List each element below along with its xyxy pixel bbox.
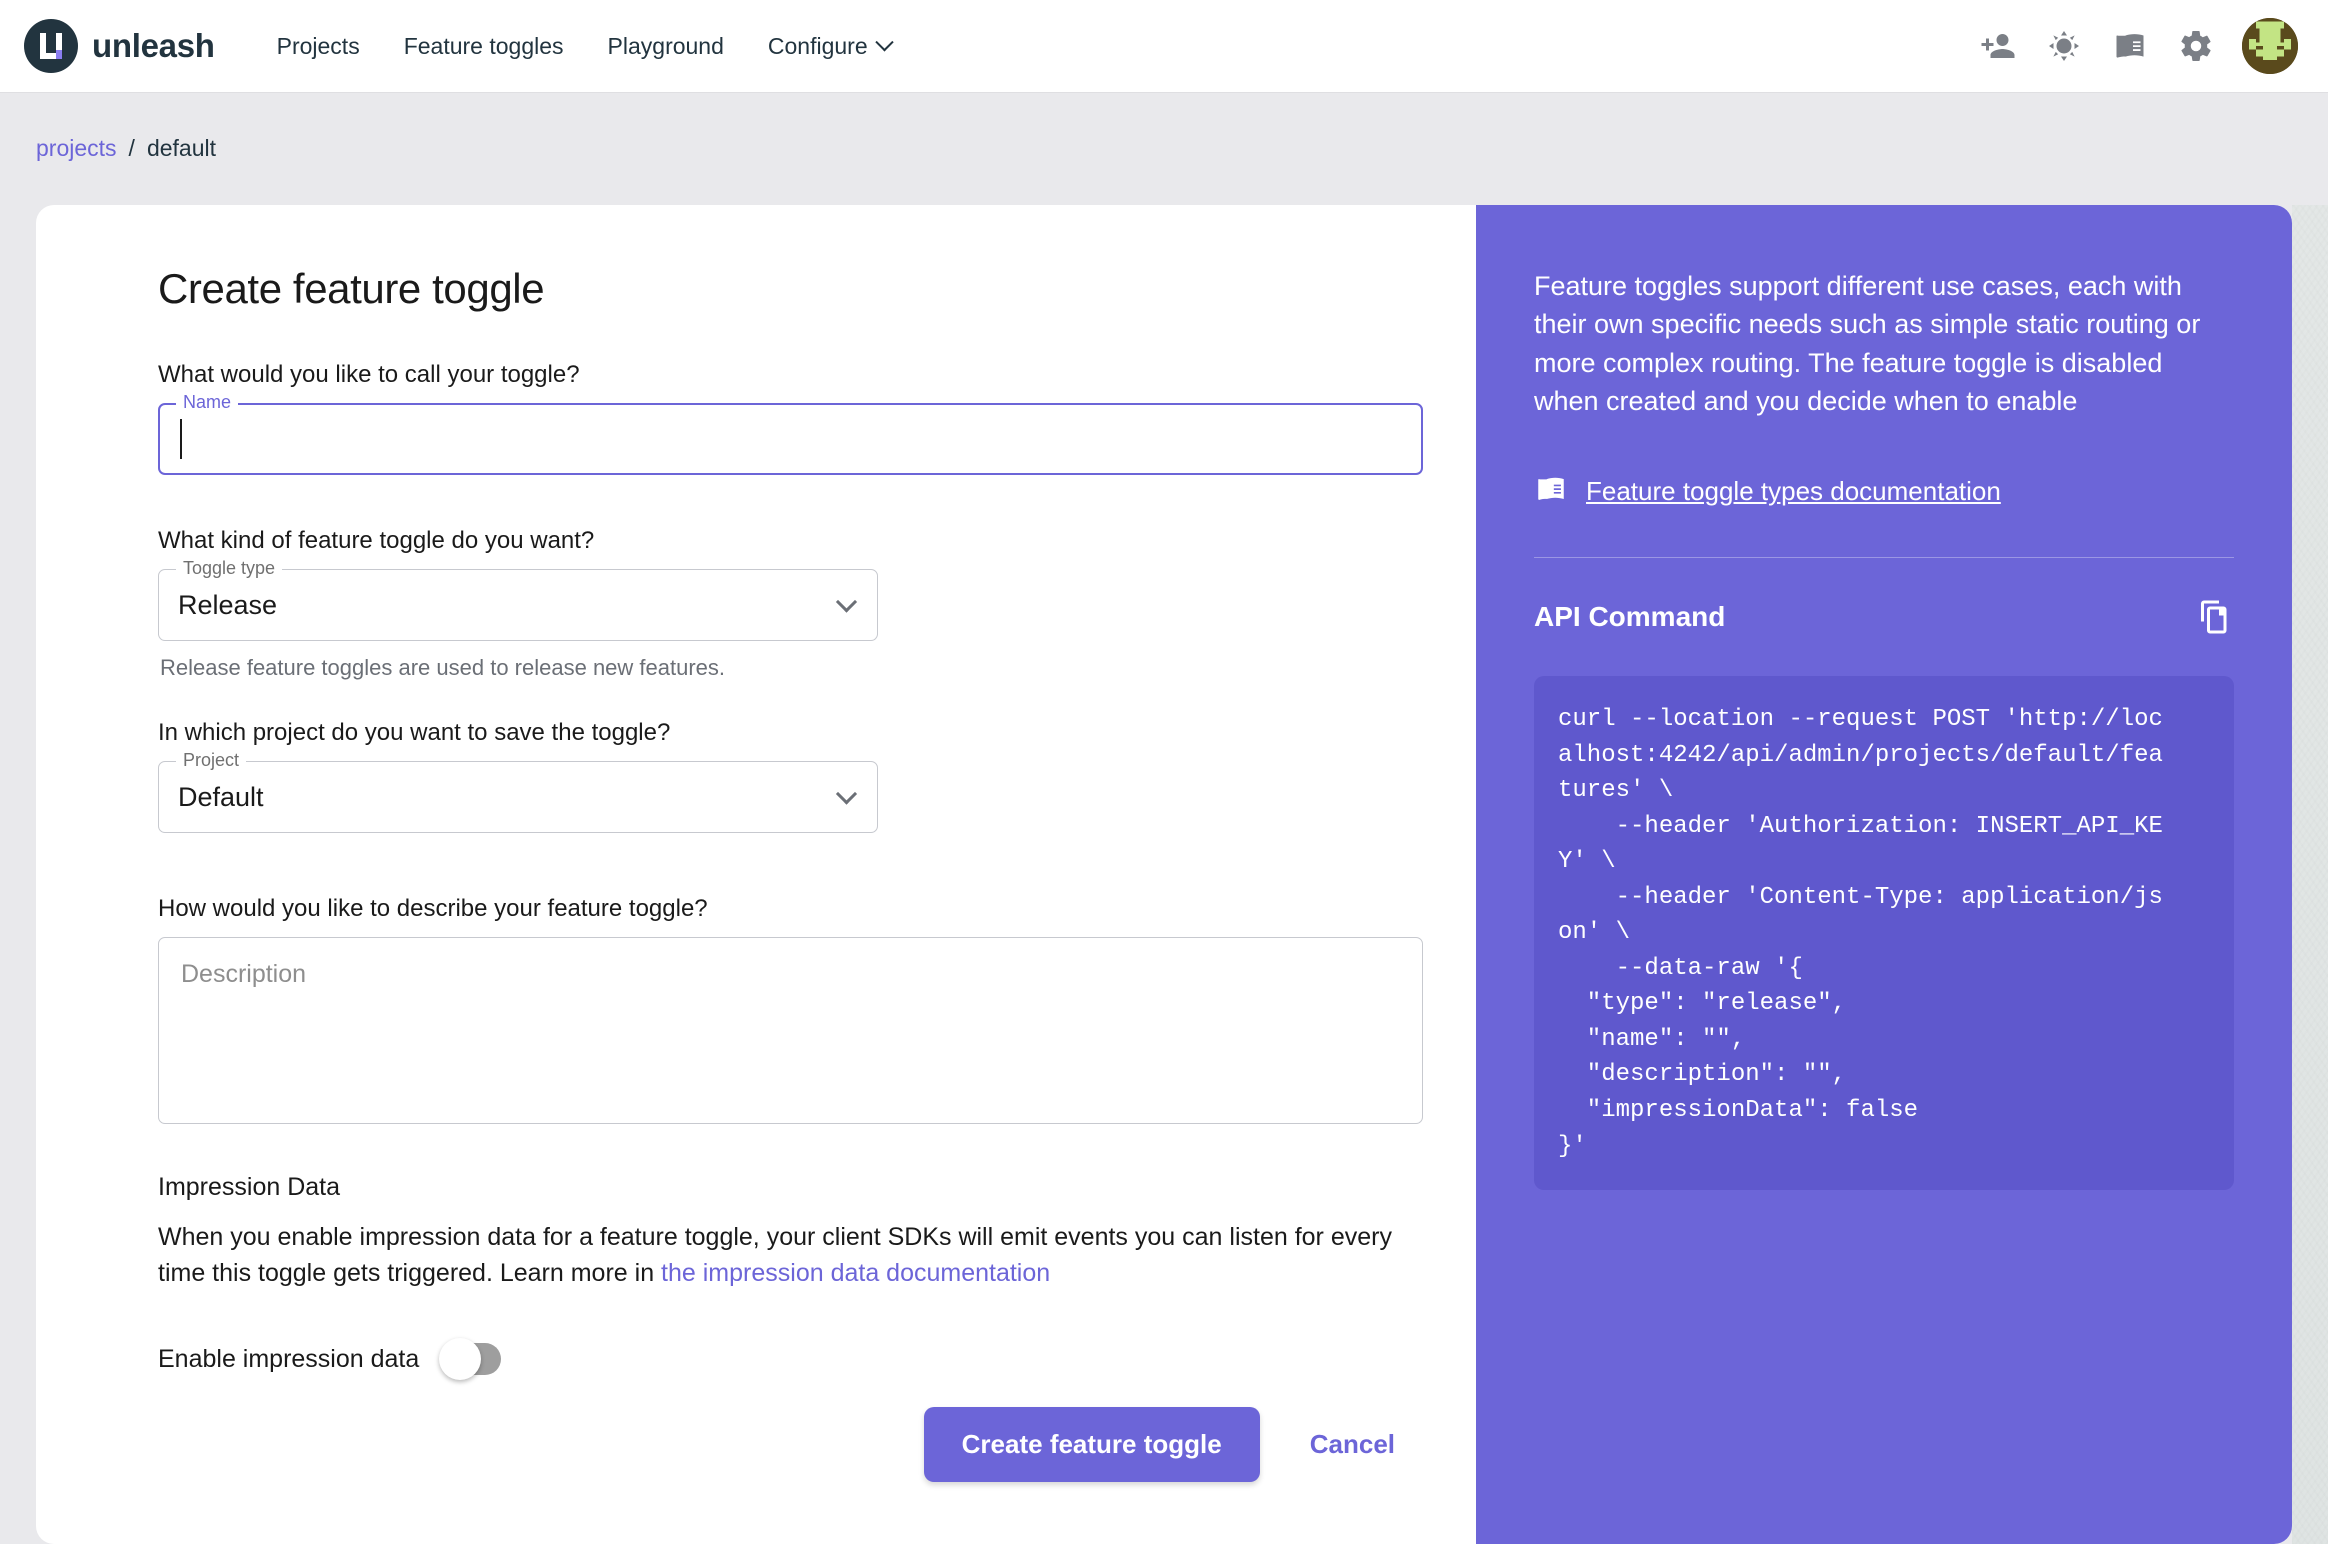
impression-data-doc-link[interactable]: the impression data documentation (661, 1259, 1050, 1287)
impression-data-description: When you enable impression data for a fe… (158, 1220, 1418, 1291)
chevron-down-icon (835, 783, 858, 805)
nav-projects[interactable]: Projects (255, 23, 382, 70)
breadcrumb-projects-link[interactable]: projects (36, 135, 117, 162)
name-field-wrapper: Name (158, 392, 1423, 475)
side-panel-intro: Feature toggles support different use ca… (1534, 271, 2201, 416)
description-question: How would you like to describe your feat… (158, 895, 708, 922)
description-field-wrapper (158, 937, 1423, 1129)
header-actions (1978, 18, 2298, 74)
page-title: Create feature toggle (158, 265, 545, 312)
api-command-title: API Command (1534, 601, 1726, 633)
name-question: What would you like to call your toggle? (158, 361, 580, 388)
text-caret (180, 419, 182, 459)
chevron-down-icon (835, 591, 858, 613)
toggle-type-select[interactable]: Release (158, 569, 878, 641)
feature-toggle-types-doc-row: Feature toggle types documentation (1534, 472, 2234, 511)
switch-thumb (439, 1338, 482, 1380)
breadcrumb-current: default (146, 135, 216, 161)
project-select[interactable]: Default (158, 761, 878, 833)
chevron-down-icon (874, 32, 894, 51)
nav-playground-label: Playground (607, 32, 724, 59)
create-feature-toggle-card: Create feature toggle What would you lik… (36, 205, 2292, 1544)
feature-toggle-types-doc-link[interactable]: Feature toggle types documentation (1586, 476, 2001, 507)
impression-toggle-label: Enable impression data (158, 1344, 420, 1373)
copy-icon[interactable] (2192, 596, 2234, 638)
brand-logo[interactable]: unleash (24, 19, 215, 73)
unleash-logo-icon (24, 19, 78, 73)
nav-configure-label: Configure (767, 32, 868, 59)
name-input[interactable] (158, 403, 1423, 475)
enable-impression-data-switch[interactable] (439, 1338, 502, 1380)
cancel-button[interactable]: Cancel (1282, 1407, 1423, 1482)
toggle-type-question: What kind of feature toggle do you want? (158, 527, 595, 554)
description-textarea[interactable] (158, 937, 1423, 1124)
light-mode-icon[interactable] (2044, 26, 2084, 66)
impression-toggle-row: Enable impression data (158, 1338, 1354, 1380)
user-avatar[interactable] (2242, 18, 2298, 74)
nav-configure[interactable]: Configure (746, 23, 913, 70)
toggle-type-helper-text: Release feature toggles are used to rele… (160, 655, 726, 680)
project-value: Default (178, 781, 264, 812)
toggle-type-value: Release (178, 589, 278, 620)
nav-feature-toggles-label: Feature toggles (403, 32, 564, 59)
main-nav: Projects Feature toggles Playground Conf… (255, 23, 913, 70)
page-texture-edge (2292, 205, 2328, 1544)
info-side-panel: Feature toggles support different use ca… (1476, 205, 2292, 1544)
toggle-type-field-wrapper: Toggle type Release (158, 558, 878, 641)
nav-feature-toggles[interactable]: Feature toggles (382, 23, 586, 70)
api-command-code: curl --location --request POST 'http://l… (1534, 676, 2234, 1191)
app-header: unleash Projects Feature toggles Playgro… (0, 0, 2328, 92)
project-question: In which project do you want to save the… (158, 719, 671, 746)
project-field-wrapper: Project Default (158, 750, 878, 833)
side-panel-divider (1534, 557, 2234, 559)
settings-gear-icon[interactable] (2176, 26, 2216, 66)
create-feature-toggle-button[interactable]: Create feature toggle (923, 1407, 1260, 1482)
form-actions: Create feature toggle Cancel (158, 1407, 1423, 1482)
create-feature-toggle-form: Create feature toggle What would you lik… (36, 205, 1476, 1544)
nav-playground[interactable]: Playground (586, 23, 746, 70)
add-person-icon[interactable] (1978, 26, 2018, 66)
project-field-label: Project (176, 750, 247, 771)
breadcrumb-separator: / (128, 135, 135, 161)
nav-projects-label: Projects (276, 32, 360, 59)
book-icon (1534, 472, 1568, 511)
brand-name: unleash (92, 27, 215, 64)
toggle-type-field-label: Toggle type (176, 558, 283, 579)
documentation-book-icon[interactable] (2110, 26, 2150, 66)
name-field-label: Name (176, 392, 239, 413)
api-command-header: API Command (1534, 596, 2234, 638)
breadcrumb: projects / default (0, 92, 2328, 205)
impression-data-title: Impression Data (158, 1173, 341, 1201)
